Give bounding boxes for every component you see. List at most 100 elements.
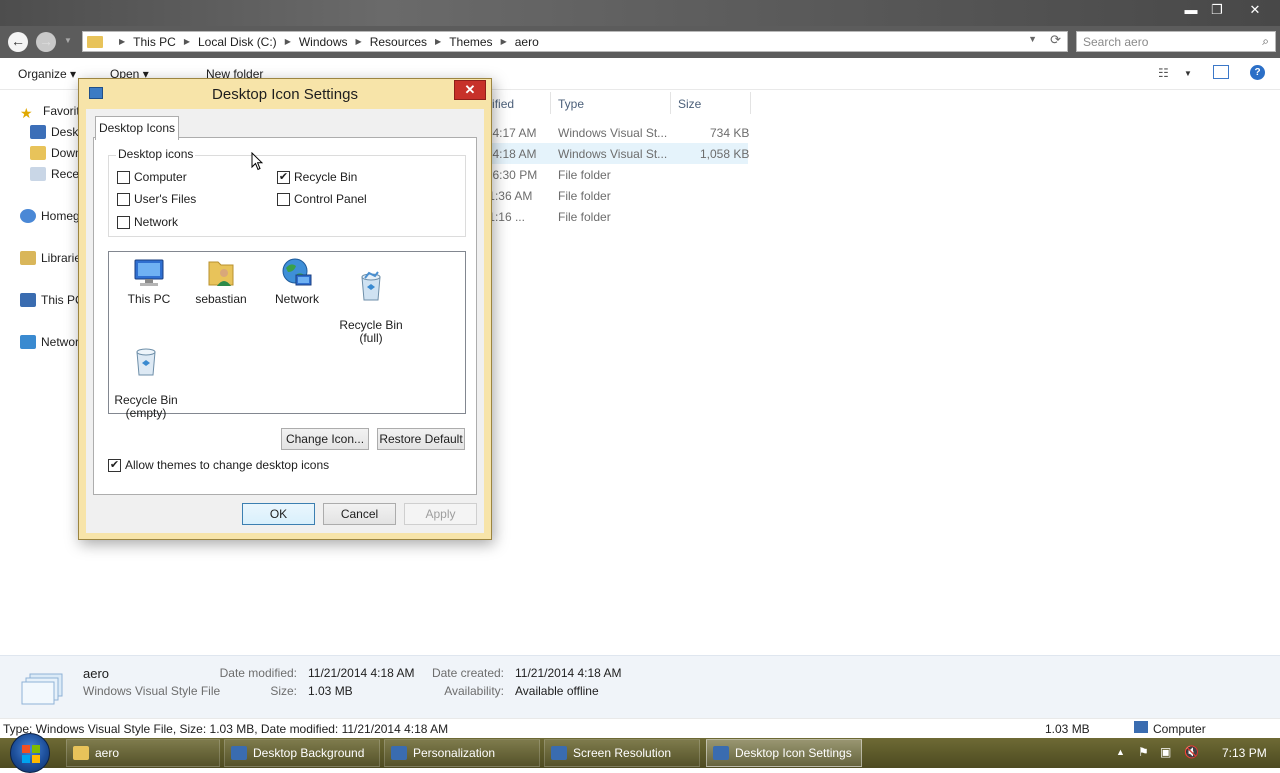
control-panel-icon: [713, 746, 729, 760]
maximize-button[interactable]: ❐: [1204, 0, 1230, 20]
list-item[interactable]: Recycle Bin (empty): [106, 331, 186, 420]
windows-logo-icon: [22, 745, 40, 763]
change-icon-button[interactable]: Change Icon...: [281, 428, 369, 450]
views-icon[interactable]: ☷: [1158, 66, 1169, 80]
taskbar-button-desktop-background[interactable]: Desktop Background: [224, 739, 380, 767]
tab-panel: Desktop icons Computer User's Files Netw…: [93, 137, 477, 495]
status-summary: Type: Windows Visual Style File, Size: 1…: [3, 722, 449, 736]
nav-this-pc[interactable]: This PC: [20, 293, 84, 307]
back-button[interactable]: ←: [8, 32, 28, 52]
user-folder-icon: [208, 261, 234, 286]
visual-style-file-icon: [21, 673, 63, 705]
chevron-right-icon: ▶: [119, 37, 126, 46]
breadcrumb-item[interactable]: ▶ aero: [493, 35, 539, 49]
checkbox-network[interactable]: Network: [117, 215, 178, 229]
file-row[interactable]: 11/21/2014 11:36 AM File folder: [420, 185, 748, 206]
apply-button[interactable]: Apply: [404, 503, 477, 525]
checkbox-unchecked[interactable]: [117, 215, 130, 229]
address-row: ← → ▼ ▶ This PC ▶ Local Disk (C:) ▶ Windows…: [0, 26, 1280, 58]
recent-locations-button[interactable]: ▼: [64, 36, 72, 45]
search-input[interactable]: Search aero ⌕: [1076, 31, 1276, 52]
cancel-button[interactable]: Cancel: [323, 503, 396, 525]
start-button[interactable]: [10, 733, 50, 773]
breadcrumb-item[interactable]: ▶ This PC: [111, 35, 176, 49]
file-row[interactable]: 11/21/2014 6:30 PM File folder: [430, 164, 748, 185]
clock[interactable]: 7:13 PM: [1222, 746, 1267, 760]
taskbar-button-screen-resolution[interactable]: Screen Resolution: [544, 739, 700, 767]
details-date-created: 11/21/2014 4:18 AM: [515, 666, 622, 680]
checkbox-recycle-bin[interactable]: ✔ Recycle Bin: [277, 170, 357, 184]
checkbox-unchecked[interactable]: [277, 192, 290, 206]
checkmark-icon[interactable]: ✔: [277, 170, 290, 184]
details-availability: Available offline: [515, 684, 599, 698]
column-header-type[interactable]: Type: [558, 97, 584, 111]
dialog-close-button[interactable]: ✕: [454, 80, 486, 100]
details-label: Availability:: [444, 684, 504, 698]
taskbar: aero Desktop Background Personalization …: [0, 733, 1280, 773]
preview-pane-icon[interactable]: [1213, 65, 1229, 79]
column-divider[interactable]: [750, 92, 751, 114]
desktop-icons-group: Desktop icons Computer User's Files Netw…: [108, 147, 466, 237]
address-bar[interactable]: ▶ This PC ▶ Local Disk (C:) ▶ Windows ▶ Reso…: [82, 31, 1068, 52]
details-size: 1.03 MB: [308, 684, 353, 698]
checkbox-unchecked[interactable]: [117, 170, 130, 184]
show-hidden-icons-button[interactable]: ▲: [1116, 747, 1125, 757]
column-header-size[interactable]: Size: [678, 97, 701, 111]
views-dropdown-icon[interactable]: ▼: [1184, 69, 1192, 78]
details-pane: aero Windows Visual Style File Date modi…: [0, 655, 1280, 718]
breadcrumb-item[interactable]: ▶ Windows: [277, 35, 348, 49]
chevron-right-icon: ▶: [500, 37, 507, 46]
file-row[interactable]: 11/21/2014 11:16 ... File folder: [420, 206, 748, 227]
checkmark-icon[interactable]: ✔: [108, 458, 121, 472]
status-location: Computer: [1153, 722, 1206, 736]
volume-muted-icon[interactable]: 🔇: [1184, 745, 1199, 759]
recent-places-icon: [30, 167, 46, 181]
desktop-icon: [30, 125, 46, 139]
taskbar-button-personalization[interactable]: Personalization: [384, 739, 540, 767]
group-label: Desktop icons: [116, 147, 196, 161]
file-row[interactable]: 11/21/2014 4:17 AM Windows Visual St... …: [430, 122, 749, 143]
nav-libraries[interactable]: Libraries: [20, 251, 87, 265]
control-panel-icon: [551, 746, 567, 760]
help-icon[interactable]: ?: [1250, 65, 1265, 80]
breadcrumb-item[interactable]: ▶ Resources: [348, 35, 428, 49]
checkbox-allow-themes[interactable]: ✔ Allow themes to change desktop icons: [108, 458, 329, 472]
list-item[interactable]: Recycle Bin (full): [331, 256, 411, 345]
column-divider[interactable]: [550, 92, 551, 114]
breadcrumb-item[interactable]: ▶ Themes: [427, 35, 493, 49]
checkbox-computer[interactable]: Computer: [117, 170, 187, 184]
organize-button[interactable]: Organize ▾: [18, 67, 76, 81]
tab-desktop-icons[interactable]: Desktop Icons: [95, 116, 179, 140]
restore-default-button[interactable]: Restore Default: [377, 428, 465, 450]
status-size: 1.03 MB: [1045, 722, 1090, 736]
chevron-right-icon: ▶: [435, 37, 442, 46]
monitor-icon: [134, 259, 164, 286]
minimize-button[interactable]: ▬: [1178, 0, 1204, 20]
search-icon[interactable]: ⌕: [1262, 34, 1269, 49]
checkbox-control-panel[interactable]: Control Panel: [277, 192, 367, 206]
downloads-folder-icon: [30, 146, 46, 160]
list-item[interactable]: Network: [257, 256, 337, 306]
nav-network[interactable]: Network: [20, 335, 85, 349]
network-icon[interactable]: ▣: [1160, 745, 1171, 759]
column-divider[interactable]: [670, 92, 671, 114]
recycle-bin-empty-icon: [136, 348, 156, 376]
list-item[interactable]: This PC: [109, 256, 189, 306]
checkbox-users-files[interactable]: User's Files: [117, 192, 196, 206]
ok-button[interactable]: OK: [242, 503, 315, 525]
computer-icon: [1134, 721, 1148, 733]
recycle-bin-full-icon: [361, 271, 381, 301]
chevron-right-icon: ▶: [284, 37, 291, 46]
dialog-titlebar[interactable]: Desktop Icon Settings ✕: [79, 79, 491, 109]
list-item[interactable]: sebastian: [181, 256, 261, 306]
file-row-selected[interactable]: 11/21/2014 4:18 AM Windows Visual St... …: [430, 143, 749, 164]
close-button[interactable]: ✕: [1232, 0, 1278, 20]
taskbar-button-desktop-icon-settings[interactable]: Desktop Icon Settings: [706, 739, 862, 767]
breadcrumb-item[interactable]: ▶ Local Disk (C:): [176, 35, 277, 49]
action-center-flag-icon[interactable]: ⚑: [1138, 745, 1149, 759]
address-dropdown-icon[interactable]: ▼: [1028, 34, 1037, 44]
checkbox-unchecked[interactable]: [117, 192, 130, 206]
forward-button[interactable]: →: [36, 32, 56, 52]
taskbar-button-aero[interactable]: aero: [66, 739, 220, 767]
refresh-icon[interactable]: ⟳: [1050, 32, 1061, 48]
